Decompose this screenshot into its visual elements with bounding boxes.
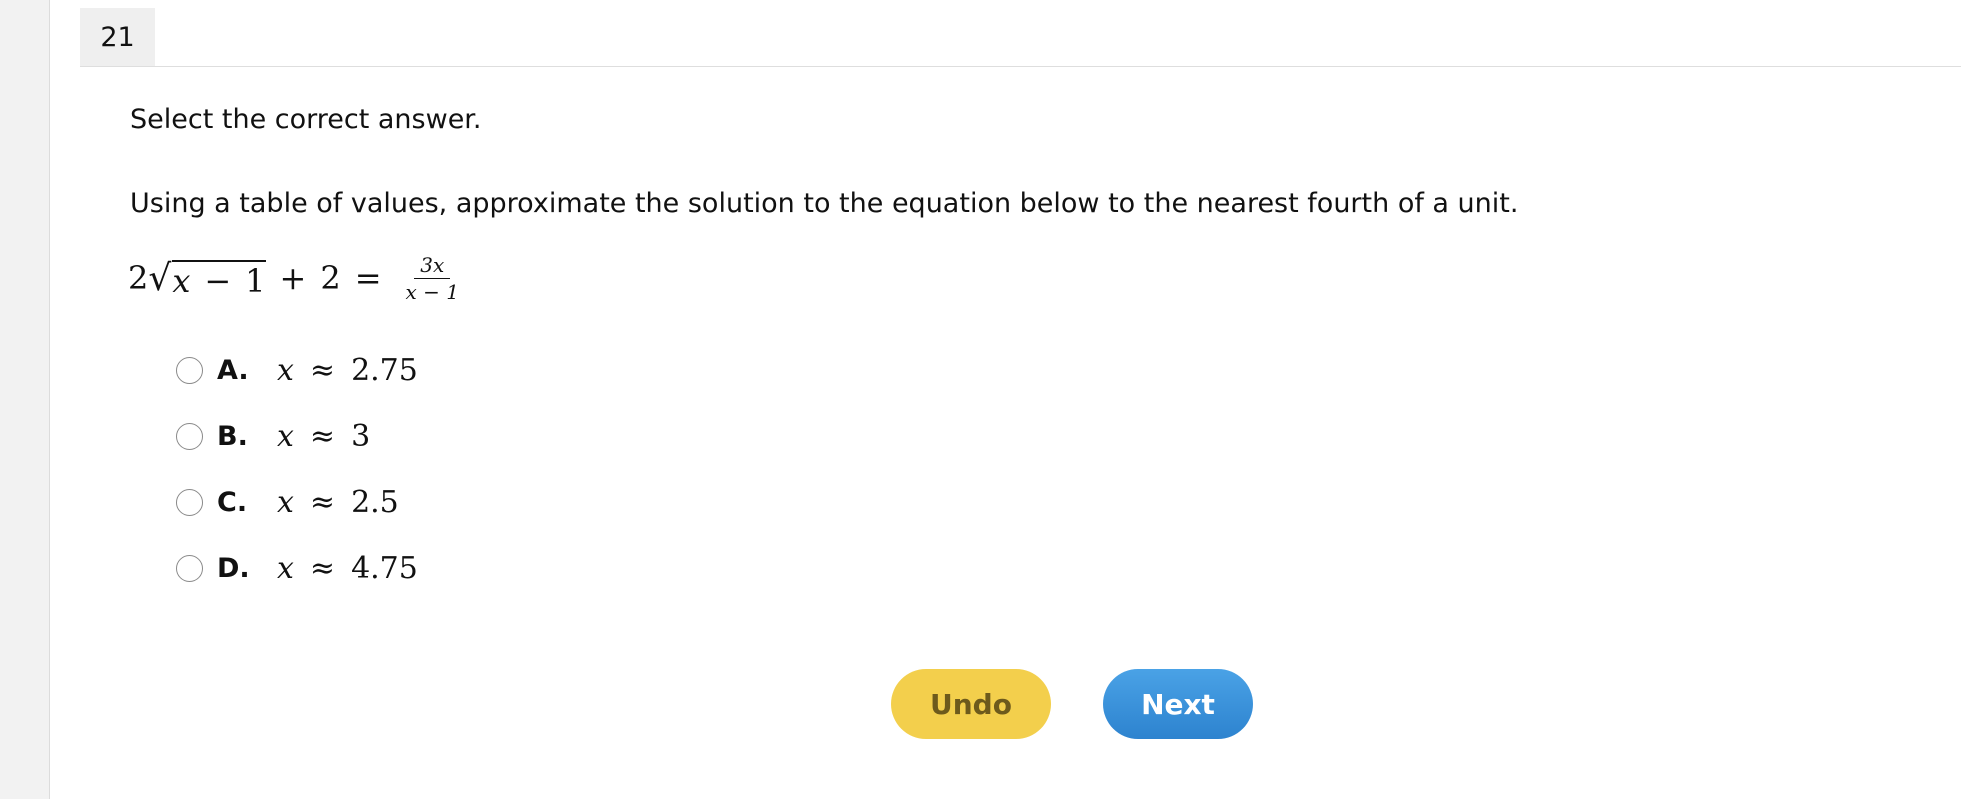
choice-answer: x ≈ 3 (277, 419, 370, 454)
radical-sign-icon: √ (148, 257, 172, 299)
approx-symbol: ≈ (309, 352, 336, 388)
approx-symbol: ≈ (309, 418, 336, 454)
instruction-text: Select the correct answer. (130, 104, 482, 135)
question-prompt: Using a table of values, approximate the… (130, 188, 1519, 219)
equation-coefficient: 2 (128, 259, 149, 297)
approx-symbol: ≈ (309, 550, 336, 586)
answer-choice-b[interactable]: B. x ≈ 3 (176, 411, 370, 461)
choice-value: 2.75 (351, 352, 418, 388)
radio-button-b[interactable] (176, 422, 203, 450)
choice-variable: x (277, 352, 294, 388)
radicand-constant: 1 (245, 261, 266, 300)
fraction-numerator: 3x (414, 254, 451, 279)
undo-button[interactable]: Undo (891, 669, 1051, 739)
question-number: 21 (80, 8, 155, 66)
choice-value: 4.75 (351, 550, 418, 586)
equation-addend: 2 (320, 259, 341, 297)
fraction-denominator: x − 1 (405, 279, 459, 304)
left-rail (0, 0, 50, 799)
choice-answer: x ≈ 4.75 (277, 551, 418, 586)
header-divider (80, 66, 1961, 67)
radio-button-a[interactable] (176, 356, 203, 384)
radio-button-c[interactable] (176, 488, 203, 516)
choice-letter: C. (217, 486, 248, 518)
choice-letter: A. (217, 354, 249, 386)
choice-letter: D. (217, 552, 250, 584)
equation-equals: = (354, 259, 382, 297)
radicand-variable: x (172, 261, 191, 300)
answer-choice-c[interactable]: C. x ≈ 2.5 (176, 477, 399, 527)
choice-variable: x (277, 418, 294, 454)
choice-letter: B. (217, 420, 248, 452)
choice-answer: x ≈ 2.75 (277, 353, 418, 388)
choice-variable: x (277, 550, 294, 586)
square-root: √ x − 1 (148, 257, 266, 300)
approx-symbol: ≈ (309, 484, 336, 520)
next-button[interactable]: Next (1103, 669, 1253, 739)
radicand-minus: − (204, 261, 232, 300)
choice-value: 3 (351, 418, 371, 454)
equation: 2 √ x − 1 + 2 = 3x x − 1 (128, 248, 465, 308)
answer-choice-d[interactable]: D. x ≈ 4.75 (176, 543, 418, 593)
choice-variable: x (277, 484, 294, 520)
choice-answer: x ≈ 2.5 (277, 485, 399, 520)
fraction: 3x x − 1 (400, 254, 465, 303)
choice-value: 2.5 (351, 484, 399, 520)
radio-button-d[interactable] (176, 554, 203, 582)
answer-choice-a[interactable]: A. x ≈ 2.75 (176, 345, 418, 395)
equation-plus: + (279, 259, 307, 297)
